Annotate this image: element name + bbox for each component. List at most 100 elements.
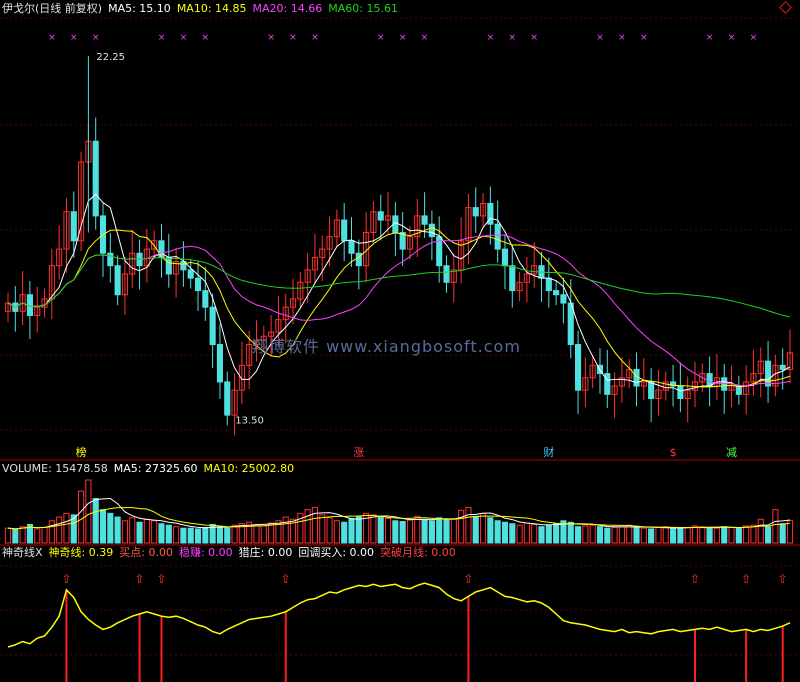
volume-bar bbox=[4, 527, 12, 544]
event-tag: 减 bbox=[726, 446, 737, 459]
x-marker: × bbox=[509, 33, 517, 43]
candle-body bbox=[560, 294, 567, 304]
x-marker: × bbox=[202, 33, 210, 43]
volume-bar bbox=[34, 528, 41, 544]
volume-bar bbox=[399, 521, 406, 544]
x-marker: × bbox=[70, 33, 78, 43]
volume-bar bbox=[531, 523, 538, 544]
volume-bar bbox=[173, 526, 180, 544]
buy-signal-arrow-icon: ⇧ bbox=[281, 572, 291, 586]
volume-bar bbox=[326, 517, 333, 544]
volume-bar bbox=[99, 509, 107, 544]
high-price-label: 22.25 bbox=[96, 52, 125, 63]
volume-bar bbox=[553, 523, 560, 544]
volume-bar bbox=[706, 526, 713, 544]
volume-bar bbox=[662, 526, 669, 544]
volume-bar bbox=[479, 512, 487, 544]
volume-bar bbox=[348, 518, 355, 544]
volume-bar bbox=[406, 519, 414, 544]
x-marker: × bbox=[487, 33, 495, 43]
volume-bar bbox=[370, 514, 377, 544]
x-marker: × bbox=[92, 33, 100, 43]
volume-bar bbox=[202, 526, 209, 544]
candle-body bbox=[114, 265, 121, 296]
volume-bar bbox=[721, 526, 728, 544]
event-tag: 财 bbox=[543, 445, 554, 459]
volume-bar bbox=[158, 523, 165, 544]
candle-body bbox=[341, 219, 348, 242]
x-marker: × bbox=[399, 33, 407, 43]
volume-bar bbox=[421, 518, 428, 544]
volume-bars bbox=[4, 479, 794, 544]
candle-body bbox=[648, 381, 655, 399]
volume-bar bbox=[509, 523, 516, 544]
volume-bar bbox=[63, 512, 70, 544]
candle-body bbox=[553, 290, 560, 296]
volume-bar bbox=[633, 526, 640, 544]
x-marker: × bbox=[267, 33, 275, 43]
indicator-value-5: 突破月线: 0.00 bbox=[380, 546, 456, 559]
buy-signal-arrow-icon: ⇧ bbox=[463, 572, 473, 586]
x-marker: × bbox=[377, 33, 385, 43]
candle-body bbox=[443, 265, 450, 283]
candle-body bbox=[421, 215, 428, 225]
volume-bar bbox=[582, 525, 589, 544]
event-tag: $ bbox=[670, 446, 677, 459]
ma10-label: MA10: 14.85 bbox=[176, 2, 247, 15]
volume-bar bbox=[618, 526, 625, 544]
volume-bar bbox=[78, 490, 85, 544]
candle-body bbox=[377, 211, 384, 221]
buy-signal-arrow-icon: ⇧ bbox=[741, 572, 751, 586]
candle-body bbox=[92, 140, 99, 217]
x-marker: × bbox=[158, 33, 166, 43]
volume-bar bbox=[567, 521, 574, 544]
volume-bar bbox=[487, 517, 494, 544]
x-marker: × bbox=[421, 33, 429, 43]
indicator-value-4: 回调买入: 0.00 bbox=[298, 546, 375, 559]
candle-body bbox=[428, 223, 435, 238]
candle-body bbox=[509, 265, 516, 292]
x-marker: × bbox=[48, 33, 56, 43]
candle-body bbox=[209, 306, 216, 346]
volume-bar bbox=[670, 527, 677, 544]
x-marker: × bbox=[180, 33, 188, 43]
volume-bar bbox=[735, 527, 742, 544]
volume-ma5-line bbox=[7, 498, 791, 530]
volume-bar bbox=[779, 523, 786, 544]
volume-bar bbox=[494, 520, 501, 544]
watermark: 翔博软件 www.xiangbosoft.com bbox=[252, 337, 521, 356]
buy-signal-arrow-icon: ⇧ bbox=[156, 572, 166, 586]
candle-body bbox=[165, 256, 172, 275]
volume-bar bbox=[268, 522, 275, 544]
event-tag: 榜 bbox=[76, 445, 87, 459]
volume-bar bbox=[319, 514, 326, 544]
volume-bar bbox=[574, 526, 582, 544]
candle-body bbox=[501, 248, 509, 267]
buy-signal-arrow-icon: ⇧ bbox=[135, 572, 145, 586]
ma60-label: MA60: 15.61 bbox=[328, 2, 398, 15]
volume-bar bbox=[56, 516, 63, 544]
volume-bar bbox=[333, 520, 340, 544]
volume-bar bbox=[85, 479, 92, 544]
candle-body bbox=[604, 373, 611, 395]
event-tag: 涨 bbox=[353, 446, 364, 459]
volume-bar bbox=[180, 527, 187, 544]
candle-body bbox=[472, 207, 479, 217]
x-marker: × bbox=[289, 33, 297, 43]
candle-body bbox=[765, 360, 772, 387]
magic-line bbox=[7, 582, 791, 648]
volume-bar bbox=[216, 526, 224, 544]
volume-bar bbox=[604, 527, 611, 544]
main-header: 伊戈尔(日线 前复权) MA5: 15.10 MA10: 14.85 MA20: 14… bbox=[2, 2, 404, 16]
x-marker: × bbox=[530, 33, 538, 43]
chart-title: 伊戈尔(日线 前复权) bbox=[2, 2, 103, 15]
volume-bar bbox=[231, 524, 238, 544]
indicator-name: 神奇线X bbox=[2, 546, 43, 559]
volume-bar bbox=[41, 526, 48, 544]
candle-body bbox=[545, 277, 552, 292]
volume-bar bbox=[377, 516, 384, 544]
volume-bar bbox=[713, 527, 720, 544]
volume-bar bbox=[728, 526, 735, 544]
indicator-value-2: 稳赚: 0.00 bbox=[178, 546, 233, 559]
candle-body bbox=[194, 277, 202, 292]
